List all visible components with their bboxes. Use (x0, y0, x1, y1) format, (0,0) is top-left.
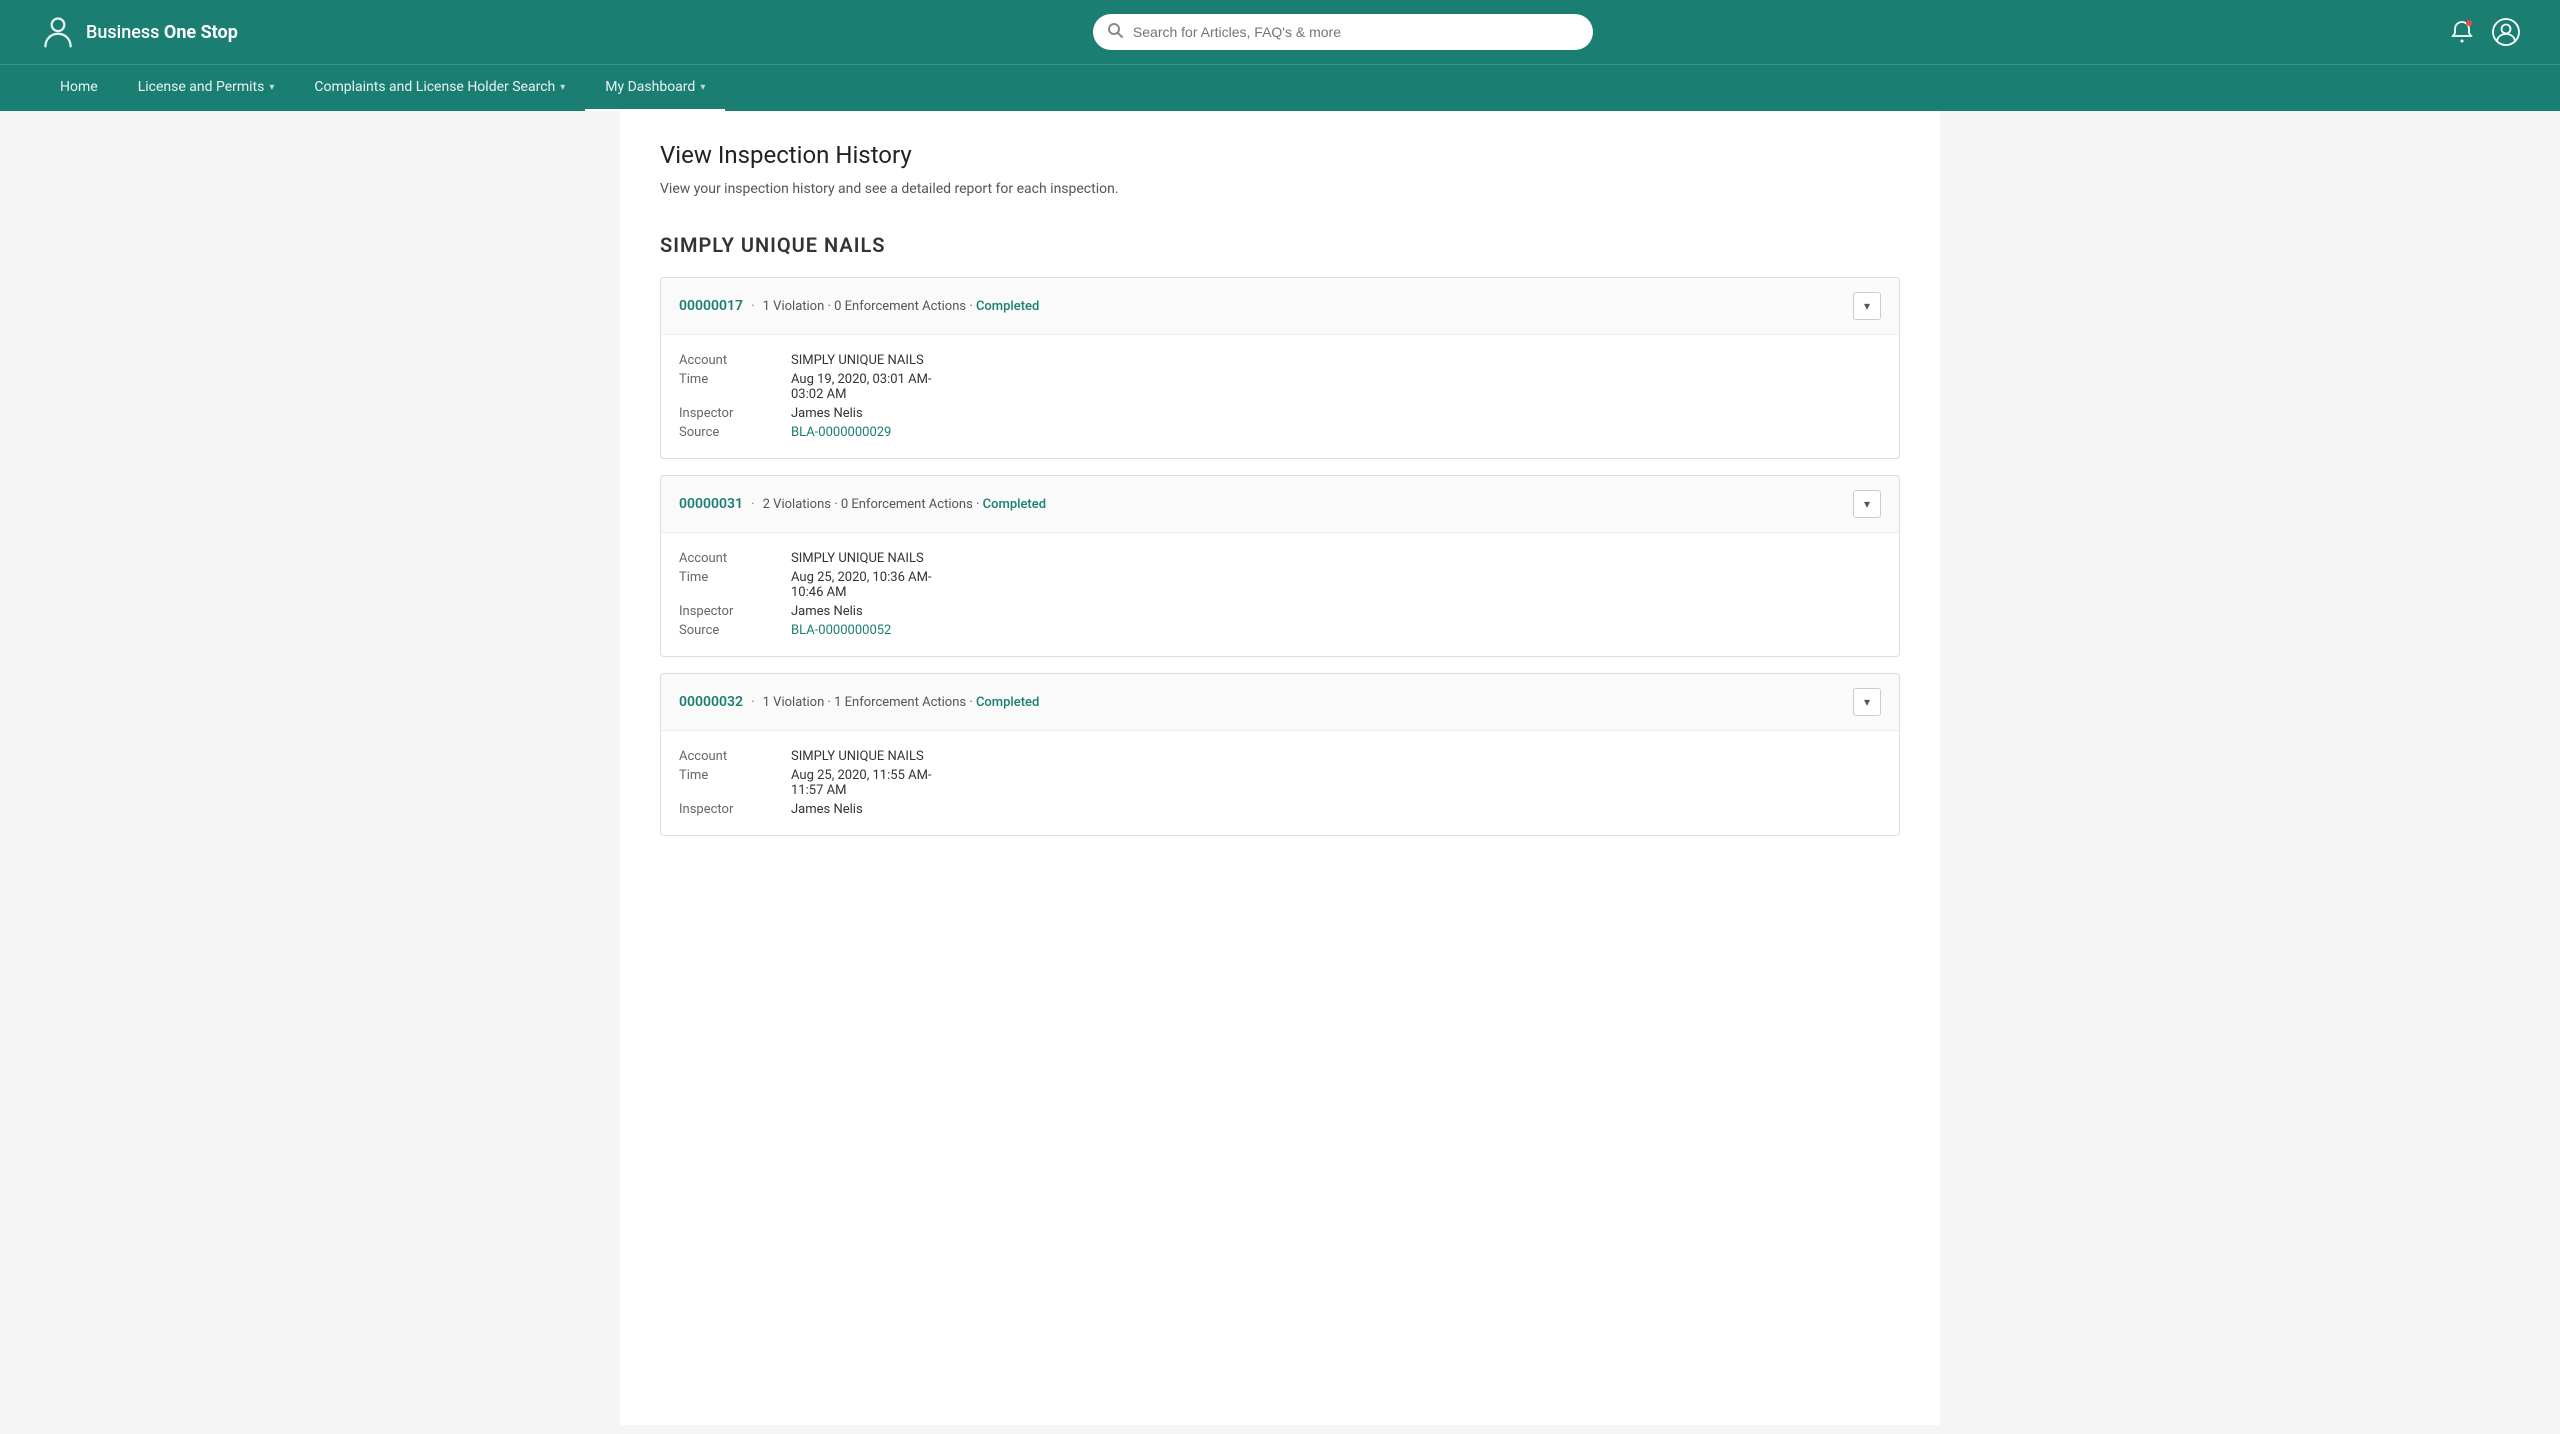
status-badge: Completed (976, 299, 1039, 314)
dot-separator: · (751, 496, 755, 512)
inspection-id[interactable]: 00000017 (679, 298, 743, 314)
card-header-left: 00000031 · 2 Violations · 0 Enforcement … (679, 496, 1046, 512)
expand-button[interactable]: ▾ (1853, 292, 1881, 320)
inspection-id[interactable]: 00000032 (679, 694, 743, 710)
source-value: BLA-0000000029 (791, 425, 1881, 440)
search-icon (1107, 22, 1123, 42)
card-body: Account SIMPLY UNIQUE NAILS Time Aug 25,… (661, 731, 1899, 835)
card-header-left: 00000017 · 1 Violation · 0 Enforcement A… (679, 298, 1039, 314)
account-label: Account (679, 749, 779, 764)
page-title: View Inspection History (660, 141, 1900, 169)
inspection-id[interactable]: 00000031 (679, 496, 743, 512)
inspector-value: James Nelis (791, 604, 1881, 619)
card-summary: 2 Violations · 0 Enforcement Actions · C… (763, 497, 1046, 512)
nav-item-license-permits[interactable]: License and Permits ▾ (118, 65, 295, 111)
main-content: View Inspection History View your inspec… (620, 111, 1940, 1425)
detail-grid: Account SIMPLY UNIQUE NAILS Time Aug 25,… (679, 749, 1881, 817)
chevron-down-icon: ▾ (269, 82, 274, 93)
dot-separator: · (751, 694, 755, 710)
expand-button[interactable]: ▾ (1853, 490, 1881, 518)
inspector-label: Inspector (679, 802, 779, 817)
source-link[interactable]: BLA-0000000052 (791, 623, 891, 638)
status-badge: Completed (983, 497, 1046, 512)
card-header: 00000017 · 1 Violation · 0 Enforcement A… (661, 278, 1899, 335)
inspection-card: 00000017 · 1 Violation · 0 Enforcement A… (660, 277, 1900, 459)
card-header-left: 00000032 · 1 Violation · 1 Enforcement A… (679, 694, 1039, 710)
logo-text-bold: One Stop (164, 22, 238, 43)
detail-grid: Account SIMPLY UNIQUE NAILS Time Aug 25,… (679, 551, 1881, 638)
card-body: Account SIMPLY UNIQUE NAILS Time Aug 25,… (661, 533, 1899, 656)
time-label: Time (679, 372, 779, 402)
top-header: Business One Stop (0, 0, 2560, 64)
detail-grid: Account SIMPLY UNIQUE NAILS Time Aug 19,… (679, 353, 1881, 440)
time-label: Time (679, 570, 779, 600)
card-summary: 1 Violation · 0 Enforcement Actions · Co… (763, 299, 1040, 314)
card-summary: 1 Violation · 1 Enforcement Actions · Co… (763, 695, 1040, 710)
nav-item-complaints[interactable]: Complaints and License Holder Search ▾ (294, 65, 585, 111)
chevron-down-icon: ▾ (700, 82, 705, 93)
nav-label-license: License and Permits (138, 79, 265, 95)
account-label: Account (679, 353, 779, 368)
status-badge: Completed (976, 695, 1039, 710)
source-value: BLA-0000000052 (791, 623, 1881, 638)
logo-area: Business One Stop (40, 14, 238, 50)
inspector-label: Inspector (679, 406, 779, 421)
card-header: 00000032 · 1 Violation · 1 Enforcement A… (661, 674, 1899, 731)
inspector-value: James Nelis (791, 802, 1881, 817)
inspection-card: 00000031 · 2 Violations · 0 Enforcement … (660, 475, 1900, 657)
source-label: Source (679, 425, 779, 440)
expand-button[interactable]: ▾ (1853, 688, 1881, 716)
time-value: Aug 25, 2020, 11:55 AM-11:57 AM (791, 768, 1881, 798)
source-link[interactable]: BLA-0000000029 (791, 425, 891, 440)
logo-icon (40, 14, 76, 50)
user-avatar-icon[interactable] (2492, 18, 2520, 46)
inspector-value: James Nelis (791, 406, 1881, 421)
inspection-card: 00000032 · 1 Violation · 1 Enforcement A… (660, 673, 1900, 836)
card-body: Account SIMPLY UNIQUE NAILS Time Aug 19,… (661, 335, 1899, 458)
notification-bell-icon[interactable] (2448, 18, 2476, 46)
account-value: SIMPLY UNIQUE NAILS (791, 551, 1881, 566)
search-bar (1093, 14, 1593, 50)
header-actions (2448, 18, 2520, 46)
logo-text: Business One Stop (86, 22, 238, 43)
dot-separator: · (751, 298, 755, 314)
business-name: SIMPLY UNIQUE NAILS (660, 233, 1900, 257)
nav-item-dashboard[interactable]: My Dashboard ▾ (585, 65, 725, 111)
search-input[interactable] (1093, 14, 1593, 50)
source-label: Source (679, 623, 779, 638)
page-subtitle: View your inspection history and see a d… (660, 181, 1900, 197)
time-value: Aug 25, 2020, 10:36 AM-10:46 AM (791, 570, 1881, 600)
time-label: Time (679, 768, 779, 798)
nav-bar: Home License and Permits ▾ Complaints an… (0, 64, 2560, 111)
nav-label-complaints: Complaints and License Holder Search (314, 79, 555, 95)
nav-label-dashboard: My Dashboard (605, 79, 695, 95)
nav-label-home: Home (60, 79, 98, 95)
time-value: Aug 19, 2020, 03:01 AM-03:02 AM (791, 372, 1881, 402)
nav-item-home[interactable]: Home (40, 65, 118, 111)
chevron-down-icon: ▾ (560, 82, 565, 93)
card-header: 00000031 · 2 Violations · 0 Enforcement … (661, 476, 1899, 533)
inspections-list: 00000017 · 1 Violation · 0 Enforcement A… (660, 277, 1900, 836)
inspector-label: Inspector (679, 604, 779, 619)
account-label: Account (679, 551, 779, 566)
account-value: SIMPLY UNIQUE NAILS (791, 353, 1881, 368)
logo-text-regular: Business (86, 22, 159, 43)
account-value: SIMPLY UNIQUE NAILS (791, 749, 1881, 764)
